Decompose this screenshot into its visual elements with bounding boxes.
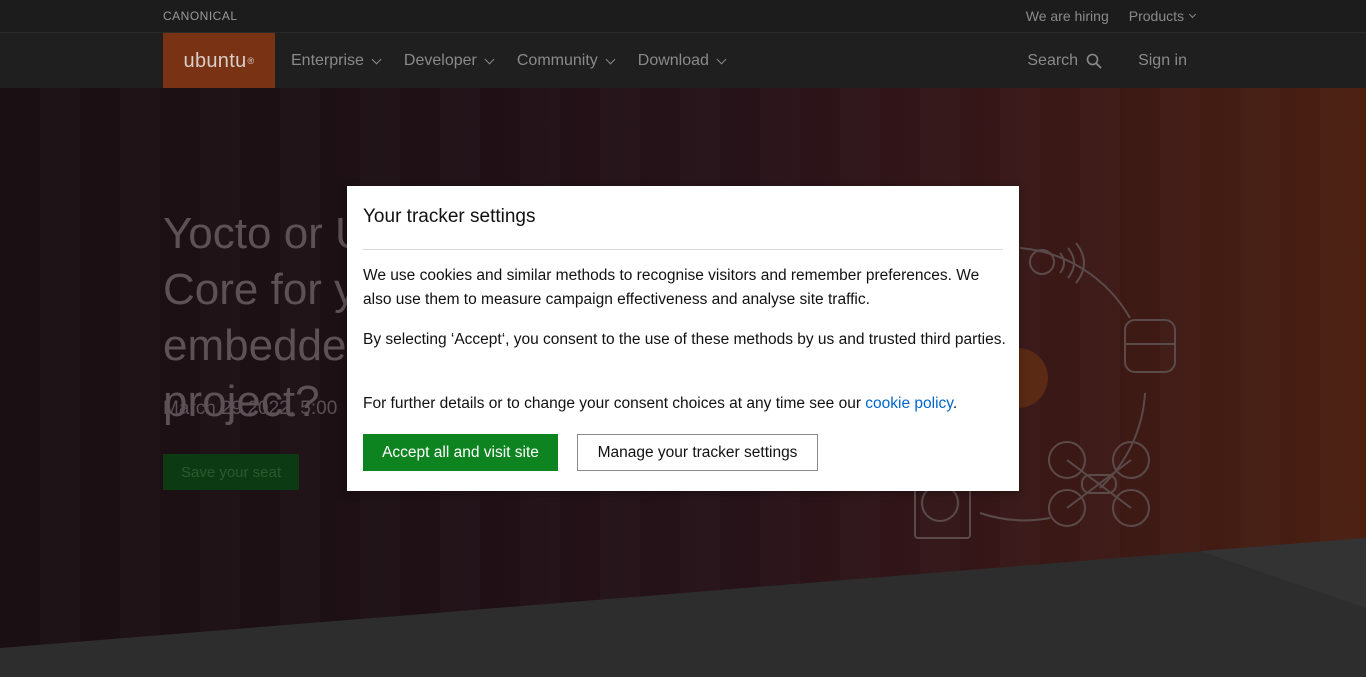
- cookie-policy-text: For further details or to change your co…: [363, 392, 1008, 416]
- manage-tracker-settings-button[interactable]: Manage your tracker settings: [577, 434, 818, 471]
- policy-text-suffix: .: [952, 395, 958, 412]
- nav-item-label: Community: [516, 52, 598, 69]
- tracker-settings-dialog: Your tracker settings We use cookies and…: [347, 186, 1019, 491]
- nav-right: Search Sign in: [1027, 52, 1187, 70]
- divider: [363, 249, 1003, 250]
- nav-items: Enterprise Developer Community Download: [291, 52, 749, 70]
- registered-mark: ®: [247, 56, 255, 66]
- chevron-down-icon: [371, 54, 382, 64]
- search-button[interactable]: Search: [1027, 52, 1102, 70]
- search-label: Search: [1027, 52, 1079, 69]
- consent-text: By selecting ‘Accept‘, you consent to th…: [363, 331, 1006, 348]
- hero-date: March 29 2022, 5:00: [163, 398, 338, 419]
- canonical-logo[interactable]: CANONICAL: [163, 9, 238, 23]
- global-bar: CANONICAL We are hiring Products: [0, 0, 1366, 32]
- nav-item-label: Developer: [403, 52, 477, 69]
- we-are-hiring-link[interactable]: We are hiring: [1026, 8, 1109, 24]
- main-navigation: ubuntu ® Enterprise Developer Community D…: [0, 32, 1366, 89]
- products-label: Products: [1128, 8, 1184, 24]
- policy-text-prefix: For further details or to change your co…: [363, 395, 866, 412]
- cookie-policy-link[interactable]: cookie policy: [865, 395, 953, 412]
- search-icon: [1086, 53, 1102, 69]
- chevron-down-icon: [605, 54, 616, 64]
- save-your-seat-button[interactable]: Save your seat: [163, 454, 299, 490]
- ubuntu-logo-text: ubuntu: [183, 49, 247, 72]
- global-links: We are hiring Products: [1026, 8, 1197, 24]
- chevron-down-icon: [716, 54, 727, 64]
- nav-item-label: Enterprise: [291, 52, 364, 69]
- products-menu[interactable]: Products: [1128, 8, 1197, 24]
- dialog-title: Your tracker settings: [363, 206, 536, 227]
- cookie-intro-text: We use cookies and similar methods to re…: [363, 267, 980, 308]
- accept-all-button[interactable]: Accept all and visit site: [363, 434, 558, 471]
- nav-item-enterprise[interactable]: Enterprise: [291, 52, 382, 70]
- ubuntu-logo[interactable]: ubuntu ®: [163, 33, 275, 89]
- nav-item-download[interactable]: Download: [637, 52, 727, 70]
- chevron-down-icon: [484, 54, 495, 64]
- nav-item-developer[interactable]: Developer: [403, 52, 495, 70]
- nav-item-label: Download: [637, 52, 709, 69]
- chevron-down-icon: [1188, 10, 1197, 18]
- sign-in-link[interactable]: Sign in: [1138, 52, 1187, 70]
- nav-item-community[interactable]: Community: [516, 52, 616, 70]
